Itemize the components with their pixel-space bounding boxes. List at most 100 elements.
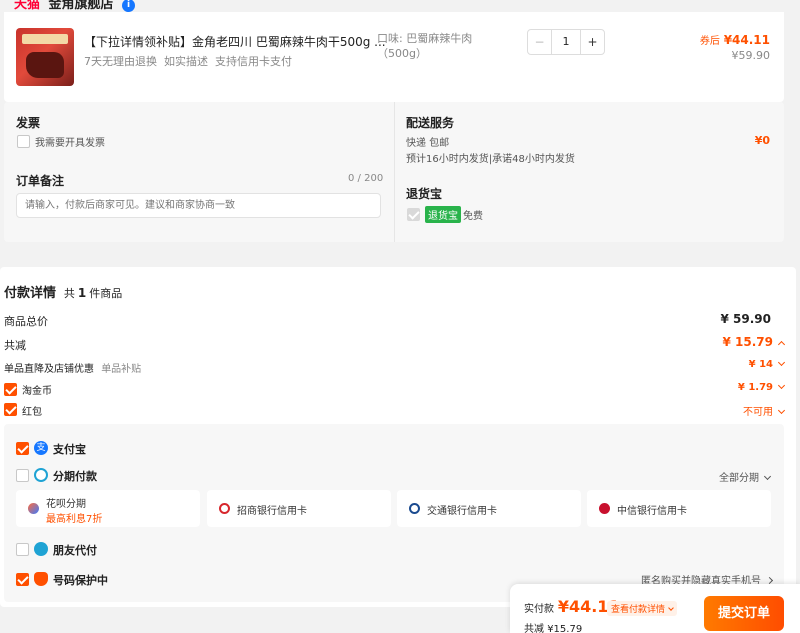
alipay-icon: 支 xyxy=(34,441,48,455)
item-count-prefix: 共 xyxy=(63,287,75,300)
view-payment-detail-link[interactable]: 查看付款详情 xyxy=(607,601,678,616)
chevron-right-icon xyxy=(765,576,774,585)
return-insurance-tag: 退货宝 xyxy=(425,206,461,223)
installment-icon xyxy=(34,468,48,482)
store-info-icon[interactable]: i xyxy=(122,0,136,12)
invoice-checkbox[interactable] xyxy=(17,135,30,148)
payment-details-title: 付款详情 共 1 件商品 xyxy=(4,282,122,301)
store-discount-sub: 单品补贴 xyxy=(101,364,142,375)
bocom-card-option[interactable]: 交通银行信用卡 xyxy=(397,490,581,527)
quantity-stepper: − 1 + xyxy=(527,29,605,55)
checkout-footer: 实付款 ¥44.11 查看付款详情 共减 ¥15.79 提交订单 xyxy=(510,584,800,633)
number-protect-label[interactable]: 号码保护中 xyxy=(53,572,108,588)
saved-value: ¥15.79 xyxy=(547,624,583,633)
saved-label: 共减 xyxy=(524,624,544,633)
saved-row: 共减 ¥15.79 xyxy=(524,620,582,633)
huabei-label: 花呗分期 xyxy=(46,499,86,510)
store-header: 天猫 金角旗舰店 i xyxy=(14,0,136,12)
discount-row-value[interactable]: ¥ 15.79 xyxy=(722,335,786,349)
options-divider xyxy=(394,102,395,242)
friend-pay-label[interactable]: 朋友代付 xyxy=(53,542,97,558)
citic-card-option[interactable]: 中信银行信用卡 xyxy=(587,490,771,527)
coupon-price: ¥44.11 xyxy=(723,33,770,47)
return-insurance-text: 免费 xyxy=(463,211,483,222)
taojinbi-row-value[interactable]: ¥ 1.79 xyxy=(737,381,786,393)
installment-checkbox[interactable] xyxy=(16,469,29,482)
delivery-price: ¥0 xyxy=(754,134,770,147)
bocom-card-label: 交通银行信用卡 xyxy=(427,506,497,517)
redpacket-checkbox[interactable] xyxy=(4,403,17,416)
remark-input[interactable] xyxy=(16,193,381,218)
shield-icon xyxy=(34,572,48,586)
product-service-tags: 7天无理由退换 如实描述 支持信用卡支付 xyxy=(84,55,292,68)
huabei-icon xyxy=(28,503,39,514)
payment-title: 付款详情 xyxy=(4,286,57,301)
product-thumbnail[interactable] xyxy=(16,28,74,86)
chevron-down-icon xyxy=(763,472,772,481)
item-count: 1 xyxy=(77,286,87,300)
return-insurance-checkbox xyxy=(407,208,420,221)
pay-label: 实付款 xyxy=(524,604,554,615)
invoice-title: 发票 xyxy=(16,116,41,130)
discount-value: ¥ 15.79 xyxy=(722,335,773,349)
store-discount-label: 单品直降及店铺优惠 单品补贴 xyxy=(4,360,141,375)
discount-label: 共减 xyxy=(4,339,26,352)
submit-order-button[interactable]: 提交订单 xyxy=(704,596,784,631)
friend-pay-icon xyxy=(34,542,48,556)
product-card: 【下拉详情领补贴】金角老四川 巴蜀麻辣牛肉干500g ... 7天无理由退换 如… xyxy=(4,12,784,102)
product-title[interactable]: 【下拉详情领补贴】金角老四川 巴蜀麻辣牛肉干500g ... xyxy=(84,33,386,50)
delivery-title: 配送服务 xyxy=(406,116,455,130)
spec-value: 巴蜀麻辣牛肉 xyxy=(406,32,473,45)
delivery-method: 快递 包邮 xyxy=(406,138,450,149)
installment-all-link[interactable]: 全部分期 xyxy=(719,469,772,484)
tmall-logo: 天猫 xyxy=(14,0,41,12)
friend-pay-checkbox[interactable] xyxy=(16,543,29,556)
remark-char-count: 0 / 200 xyxy=(348,173,384,184)
alipay-label[interactable]: 支付宝 xyxy=(53,441,86,457)
quantity-increase-button[interactable]: + xyxy=(580,30,604,54)
product-spec: 口味: 巴蜀麻辣牛肉 （500g） xyxy=(377,31,472,61)
expand-chevron-icon[interactable] xyxy=(777,358,786,367)
total-value: ¥ 59.90 xyxy=(720,312,771,326)
redpacket-row-value[interactable]: 不可用 xyxy=(743,403,786,418)
citic-card-label: 中信银行信用卡 xyxy=(617,506,687,517)
quantity-decrease-button[interactable]: − xyxy=(528,30,552,54)
taojinbi-checkbox[interactable] xyxy=(4,383,17,396)
store-discount-value: ¥ 14 xyxy=(748,359,773,370)
store-name[interactable]: 金角旗舰店 xyxy=(49,0,114,12)
delivery-eta: 预计16小时内发货|承诺48小时内发货 xyxy=(406,154,575,165)
item-count-suffix: 件商品 xyxy=(89,287,123,300)
cmb-bank-icon xyxy=(219,503,230,514)
coupon-price-label: 券后 xyxy=(699,36,720,47)
spec-label: 口味: xyxy=(377,32,403,45)
huabei-sub: 最高利息7折 xyxy=(46,514,103,525)
store-discount-name: 单品直降及店铺优惠 xyxy=(4,364,94,375)
bocom-bank-icon xyxy=(409,503,420,514)
return-insurance-title: 退货宝 xyxy=(406,187,443,201)
pay-amount-row: 实付款 ¥44.11 xyxy=(524,597,620,616)
taojinbi-value: ¥ 1.79 xyxy=(737,382,773,393)
expand-chevron-icon[interactable] xyxy=(777,381,786,390)
huabei-option[interactable]: 花呗分期 最高利息7折 xyxy=(16,490,200,527)
invoice-option-label[interactable]: 我需要开具发票 xyxy=(35,134,105,149)
collapse-chevron-icon[interactable] xyxy=(777,340,786,349)
installment-label[interactable]: 分期付款 xyxy=(53,468,97,484)
citic-bank-icon xyxy=(599,503,610,514)
installment-all-text: 全部分期 xyxy=(719,473,759,484)
original-price: ¥59.90 xyxy=(731,49,771,62)
store-discount-row-value[interactable]: ¥ 14 xyxy=(748,358,786,370)
product-price: 券后 ¥44.11 ¥59.90 xyxy=(700,32,770,62)
order-options-card: 发票 我需要开具发票 订单备注 0 / 200 配送服务 快递 包邮 ¥0 预计… xyxy=(4,102,784,242)
redpacket-value: 不可用 xyxy=(743,407,773,418)
total-label: 商品总价 xyxy=(4,315,48,328)
quantity-value[interactable]: 1 xyxy=(552,30,580,54)
view-detail-text: 查看付款详情 xyxy=(611,605,666,615)
expand-chevron-icon[interactable] xyxy=(777,406,786,415)
redpacket-label: 红包 xyxy=(22,407,42,418)
number-protect-checkbox[interactable] xyxy=(16,573,29,586)
cmb-card-option[interactable]: 招商银行信用卡 xyxy=(207,490,391,527)
alipay-checkbox[interactable] xyxy=(16,442,29,455)
spec-size: （500g） xyxy=(377,47,427,60)
remark-title: 订单备注 xyxy=(16,174,65,188)
chevron-down-icon xyxy=(668,605,674,611)
